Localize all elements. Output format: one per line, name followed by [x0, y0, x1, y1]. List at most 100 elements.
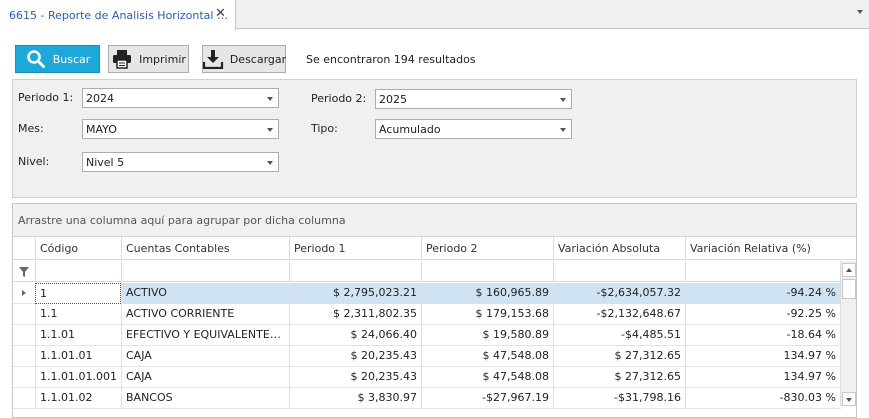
- cell-variacion-relativa[interactable]: 134.97 %: [685, 367, 840, 388]
- nivel-select[interactable]: Nivel 5: [82, 152, 279, 172]
- cell-periodo1[interactable]: $ 2,311,802.35: [289, 304, 421, 325]
- filter-icon[interactable]: [19, 267, 29, 280]
- tipo-value: Acumulado: [379, 122, 441, 136]
- filter-cell-codigo[interactable]: [35, 261, 121, 282]
- periodo1-select[interactable]: 2024: [82, 88, 279, 108]
- scroll-down-icon[interactable]: [842, 392, 856, 406]
- cell-periodo1[interactable]: $ 20,235.43: [289, 346, 421, 367]
- cell-variacion-relativa[interactable]: -18.64 %: [685, 325, 840, 346]
- mes-select[interactable]: MAYO: [82, 119, 279, 139]
- periodo1-label: Periodo 1:: [18, 91, 74, 104]
- filter-row: [13, 261, 856, 282]
- cell-codigo[interactable]: 1.1: [35, 304, 121, 325]
- table-row[interactable]: 1.1.01 EFECTIVO Y EQUIVALENTES AL... $ 2…: [13, 325, 841, 346]
- cell-variacion-relativa[interactable]: -830.03 %: [685, 388, 840, 409]
- cell-cuenta[interactable]: ACTIVO CORRIENTE: [121, 304, 289, 325]
- tab-title: 6615 - Reporte de Analisis Horizontal ::…: [9, 8, 228, 22]
- toolbar: Buscar Imprimir Descargar Se encontraron…: [12, 42, 857, 76]
- cell-variacion-relativa[interactable]: 134.97 %: [685, 346, 840, 367]
- table-row[interactable]: 1.1.01.01.001 CAJA $ 20,235.43 $ 47,548.…: [13, 367, 841, 388]
- chevron-down-icon[interactable]: [857, 10, 863, 14]
- cell-periodo2[interactable]: $ 47,548.08: [421, 367, 553, 388]
- chevron-down-icon: [267, 128, 273, 132]
- mes-value: MAYO: [86, 122, 117, 136]
- cell-variacion-absoluta[interactable]: $ 27,312.65: [553, 346, 685, 367]
- grid-header: Código Cuentas Contables Periodo 1 Perio…: [13, 237, 856, 260]
- row-indicator-icon: [13, 283, 35, 304]
- cell-variacion-absoluta[interactable]: -$2,634,057.32: [553, 283, 685, 304]
- cell-codigo[interactable]: 1: [35, 283, 121, 304]
- cell-periodo1[interactable]: $ 20,235.43: [289, 367, 421, 388]
- cell-codigo[interactable]: 1.1.01.02: [35, 388, 121, 409]
- cell-cuenta[interactable]: CAJA: [121, 367, 289, 388]
- periodo2-label: Periodo 2:: [311, 92, 367, 105]
- cell-periodo2[interactable]: $ 179,153.68: [421, 304, 553, 325]
- nivel-label: Nivel:: [18, 155, 50, 168]
- chevron-down-icon: [267, 97, 273, 101]
- chevron-down-icon: [560, 128, 566, 132]
- cell-codigo[interactable]: 1.1.01.01: [35, 346, 121, 367]
- table-row[interactable]: 1.1 ACTIVO CORRIENTE $ 2,311,802.35 $ 17…: [13, 304, 841, 325]
- tipo-select[interactable]: Acumulado: [375, 119, 572, 139]
- cell-periodo1[interactable]: $ 24,066.40: [289, 325, 421, 346]
- group-panel[interactable]: Arrastre una columna aquí para agrupar p…: [13, 204, 856, 237]
- cell-cuenta[interactable]: CAJA: [121, 346, 289, 367]
- cell-periodo1[interactable]: $ 2,795,023.21: [289, 283, 421, 304]
- cell-periodo1[interactable]: $ 3,830.97: [289, 388, 421, 409]
- cell-periodo2[interactable]: $ 47,548.08: [421, 346, 553, 367]
- cell-variacion-absoluta[interactable]: -$31,798.16: [553, 388, 685, 409]
- cell-codigo[interactable]: 1.1.01.01.001: [35, 367, 121, 388]
- tab-reporte-analisis[interactable]: 6615 - Reporte de Analisis Horizontal ::…: [0, 0, 236, 30]
- table-row[interactable]: 1.1.01.01 CAJA $ 20,235.43 $ 47,548.08 $…: [13, 346, 841, 367]
- filter-cell-periodo1[interactable]: [289, 261, 421, 282]
- filter-cell-variacion-relativa[interactable]: [685, 261, 840, 282]
- descargar-label: Descargar: [229, 52, 287, 66]
- nivel-value: Nivel 5: [86, 155, 125, 169]
- cell-periodo2[interactable]: $ 160,965.89: [421, 283, 553, 304]
- filter-cell-periodo2[interactable]: [421, 261, 553, 282]
- scrollbar-thumb[interactable]: [842, 279, 856, 299]
- cell-variacion-absoluta[interactable]: -$2,132,648.67: [553, 304, 685, 325]
- cell-variacion-absoluta[interactable]: -$4,485.51: [553, 325, 685, 346]
- cell-variacion-relativa[interactable]: -92.25 %: [685, 304, 840, 325]
- table-row[interactable]: 1 ACTIVO $ 2,795,023.21 $ 160,965.89 -$2…: [13, 283, 841, 304]
- column-header-codigo[interactable]: Código: [35, 237, 121, 260]
- cell-variacion-absoluta[interactable]: $ 27,312.65: [553, 367, 685, 388]
- vertical-scrollbar[interactable]: [840, 261, 856, 406]
- periodo2-value: 2025: [379, 92, 407, 106]
- cell-codigo[interactable]: 1.1.01: [35, 325, 121, 346]
- buscar-button[interactable]: Buscar: [15, 45, 100, 73]
- close-icon[interactable]: ✕: [215, 7, 226, 21]
- periodo1-value: 2024: [86, 91, 114, 105]
- search-icon: [25, 48, 47, 70]
- descargar-button[interactable]: Descargar: [202, 45, 286, 73]
- download-icon: [202, 48, 224, 70]
- table-row[interactable]: 1.1.01.02 BANCOS $ 3,830.97 -$27,967.19 …: [13, 388, 841, 409]
- printer-icon: [111, 48, 133, 70]
- column-header-variacion-absoluta[interactable]: Variación Absoluta: [553, 237, 685, 260]
- cell-cuenta[interactable]: ACTIVO: [121, 283, 289, 304]
- buscar-label: Buscar: [52, 52, 91, 66]
- cell-variacion-relativa[interactable]: -94.24 %: [685, 283, 840, 304]
- column-header-variacion-relativa[interactable]: Variación Relativa (%): [685, 237, 840, 260]
- filter-cell-variacion-absoluta[interactable]: [553, 261, 685, 282]
- tab-strip: 6615 - Reporte de Analisis Horizontal ::…: [0, 0, 869, 30]
- column-header-periodo2[interactable]: Periodo 2: [421, 237, 553, 260]
- cell-cuenta[interactable]: BANCOS: [121, 388, 289, 409]
- data-grid: Arrastre una columna aquí para agrupar p…: [12, 203, 857, 418]
- imprimir-button[interactable]: Imprimir: [108, 45, 189, 73]
- filter-cell-cuentas[interactable]: [121, 261, 289, 282]
- imprimir-label: Imprimir: [139, 52, 186, 66]
- result-count-text: Se encontraron 194 resultados: [306, 53, 476, 66]
- periodo2-select[interactable]: 2025: [375, 89, 572, 109]
- chevron-down-icon: [560, 98, 566, 102]
- mes-label: Mes:: [18, 122, 44, 135]
- scroll-up-icon[interactable]: [842, 263, 856, 277]
- cell-cuenta[interactable]: EFECTIVO Y EQUIVALENTES AL...: [121, 325, 289, 346]
- tipo-label: Tipo:: [311, 122, 338, 135]
- filter-panel: Periodo 1: 2024 Periodo 2: 2025 Mes: MAY…: [12, 79, 857, 198]
- cell-periodo2[interactable]: -$27,967.19: [421, 388, 553, 409]
- column-header-periodo1[interactable]: Periodo 1: [289, 237, 421, 260]
- column-header-cuentas[interactable]: Cuentas Contables: [121, 237, 289, 260]
- cell-periodo2[interactable]: $ 19,580.89: [421, 325, 553, 346]
